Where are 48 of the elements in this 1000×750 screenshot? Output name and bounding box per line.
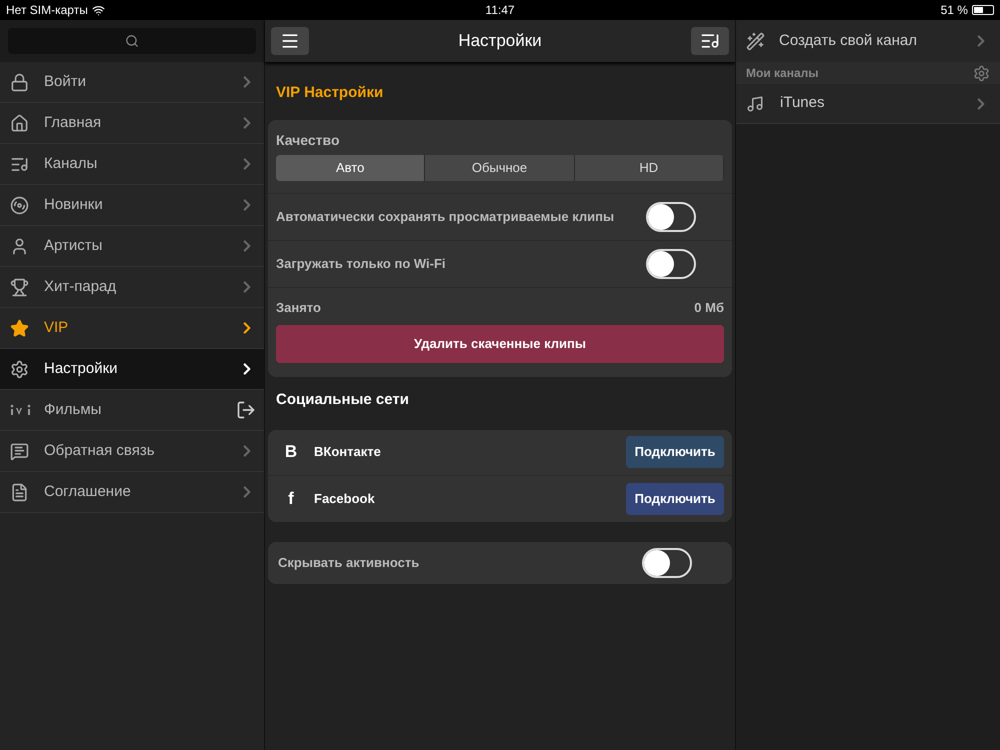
- segment-option[interactable]: Обычное: [425, 154, 575, 180]
- person-icon: [10, 236, 29, 256]
- connect-button[interactable]: Подключить: [626, 436, 724, 468]
- clock-text: 11:47: [485, 2, 515, 19]
- battery-icon: [972, 5, 994, 15]
- toggle-switch[interactable]: [642, 548, 692, 578]
- storage-label: Занято: [276, 298, 321, 316]
- lock-icon: [10, 72, 29, 92]
- segment-option[interactable]: Авто: [276, 154, 426, 180]
- exit-icon: [236, 400, 256, 420]
- search-field[interactable]: [8, 28, 256, 54]
- delete-button[interactable]: Удалить скаченные клипы: [276, 325, 724, 363]
- toggle-label: Загружать только по Wi-Fi: [276, 254, 446, 273]
- section-title: VIP Настройки: [275, 83, 384, 103]
- segment-option[interactable]: HD: [574, 154, 724, 180]
- network-name: Facebook: [314, 490, 376, 508]
- search-icon: [125, 34, 139, 48]
- connect-button[interactable]: Подключить: [626, 482, 724, 514]
- chat-icon: [10, 442, 29, 460]
- menu-button[interactable]: [271, 27, 309, 55]
- gear-icon[interactable]: [973, 64, 990, 82]
- network-name: ВКонтакте: [314, 443, 382, 462]
- create-channel-item[interactable]: Создать свой канал: [736, 20, 1000, 62]
- home-icon: [10, 114, 29, 132]
- toggle-label: Автоматически сохранять просматриваемые клипы: [276, 208, 614, 226]
- toggle-switch[interactable]: [646, 202, 696, 232]
- star-icon: [10, 318, 29, 338]
- network-logo: f: [287, 488, 295, 510]
- menu-item[interactable]: Настройки: [0, 349, 264, 390]
- logo-icon: [10, 404, 32, 416]
- battery-text: 51 %: [940, 2, 968, 19]
- section-title: Социальные сети: [275, 390, 410, 410]
- channel-item[interactable]: iTunes: [736, 84, 1000, 124]
- page-title: Настройки: [458, 30, 542, 52]
- toggle-switch[interactable]: [646, 248, 696, 278]
- carrier-text: Нет SIM-карты: [6, 2, 88, 19]
- music-note-icon: [746, 94, 764, 112]
- field-label: Качество: [276, 130, 340, 150]
- disc-icon: [10, 196, 29, 214]
- section-header: Мои каналы: [746, 65, 819, 82]
- gear-icon: [10, 360, 29, 378]
- toggle-label: Скрывать активность: [278, 554, 420, 572]
- playlist-button[interactable]: [690, 27, 729, 55]
- network-logo: В: [284, 441, 298, 464]
- document-icon: [10, 482, 29, 502]
- trophy-icon: [10, 278, 29, 296]
- wifi-icon: [92, 4, 105, 16]
- storage-value: 0 Мб: [694, 298, 724, 316]
